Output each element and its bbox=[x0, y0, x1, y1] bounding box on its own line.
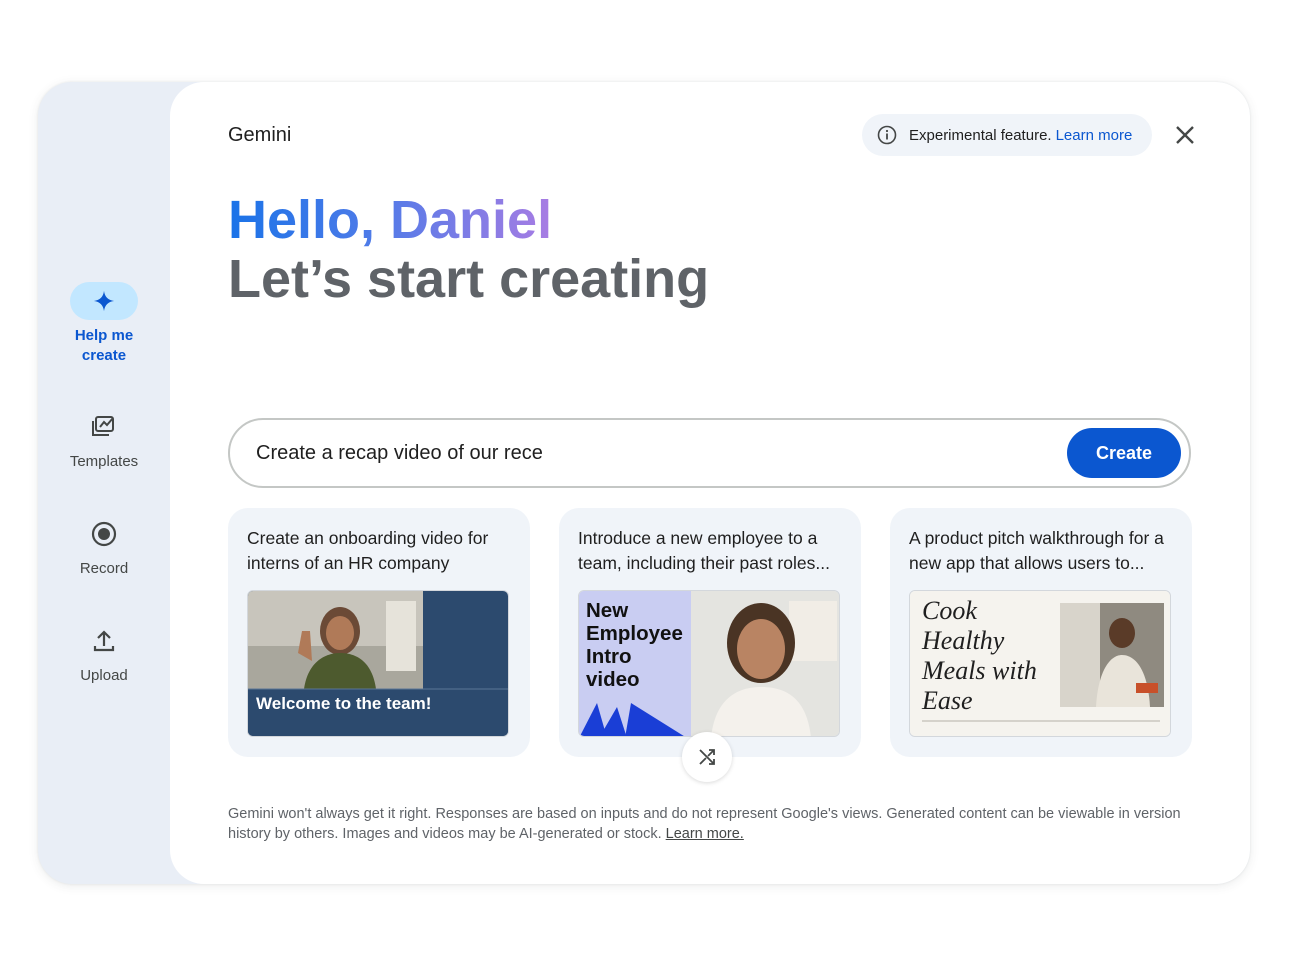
gemini-dialog: Help me create Templates Record Upload G… bbox=[38, 82, 1250, 884]
suggestion-card[interactable]: A product pitch walkthrough for a new ap… bbox=[890, 508, 1192, 757]
learn-more-link[interactable]: Learn more bbox=[1056, 127, 1133, 144]
info-icon bbox=[877, 125, 897, 145]
greeting-heading: Hello, Daniel bbox=[228, 190, 553, 250]
sidebar-item-label: Upload bbox=[80, 667, 128, 684]
suggestion-card[interactable]: Introduce a new employee to a team, incl… bbox=[559, 508, 861, 757]
thumbnail-caption: Welcome to the team! bbox=[256, 694, 431, 713]
upload-icon bbox=[93, 630, 115, 652]
shuffle-icon bbox=[699, 749, 715, 765]
brand-title: Gemini bbox=[228, 124, 292, 146]
sidebar-item-label: Record bbox=[79, 560, 129, 577]
create-button[interactable]: Create bbox=[1067, 428, 1181, 478]
suggestion-text: A product pitch walkthrough for a new ap… bbox=[909, 528, 1164, 573]
notice-text: Experimental feature. bbox=[909, 126, 1052, 144]
sidebar-item-pill bbox=[70, 408, 138, 446]
subtitle-heading: Let’s start creating bbox=[228, 249, 710, 309]
suggestion-card[interactable]: Create an onboarding video for interns o… bbox=[228, 508, 530, 757]
sidebar-item-pill bbox=[70, 622, 138, 660]
suggestion-thumbnail: Welcome to the team! bbox=[247, 590, 509, 737]
main-panel: Gemini Experimental feature. Learn more … bbox=[170, 82, 1250, 884]
shuffle-button[interactable] bbox=[682, 732, 732, 782]
record-icon bbox=[91, 521, 117, 547]
templates-icon bbox=[92, 416, 114, 436]
suggestion-thumbnail: New Employee Intro video bbox=[578, 590, 840, 737]
close-icon[interactable] bbox=[1172, 122, 1198, 148]
prompt-input[interactable] bbox=[256, 436, 1036, 470]
suggestion-thumbnail: Cook Healthy Meals with Ease bbox=[909, 590, 1171, 737]
sidebar-item-record[interactable]: Record bbox=[38, 515, 170, 579]
sidebar-nav: Help me create Templates Record Upload bbox=[38, 82, 170, 884]
sidebar-item-help-me-create[interactable]: Help me create bbox=[38, 282, 170, 366]
experimental-notice: Experimental feature. Learn more bbox=[862, 114, 1152, 156]
sidebar-item-templates[interactable]: Templates bbox=[38, 408, 170, 472]
disclaimer-text: Gemini won't always get it right. Respon… bbox=[228, 806, 1181, 842]
suggestion-text: Create an onboarding video for interns o… bbox=[247, 528, 489, 573]
sidebar-item-pill bbox=[70, 282, 138, 320]
sidebar-item-label: Help me create bbox=[74, 327, 134, 364]
sparkle-icon bbox=[93, 290, 115, 312]
sidebar-item-pill bbox=[70, 515, 138, 553]
sidebar-item-label: Templates bbox=[69, 453, 139, 470]
disclaimer-learn-more-link[interactable]: Learn more. bbox=[666, 826, 744, 842]
prompt-box: Create bbox=[228, 418, 1191, 488]
sidebar-item-upload[interactable]: Upload bbox=[38, 622, 170, 686]
suggestion-text: Introduce a new employee to a team, incl… bbox=[578, 528, 830, 573]
